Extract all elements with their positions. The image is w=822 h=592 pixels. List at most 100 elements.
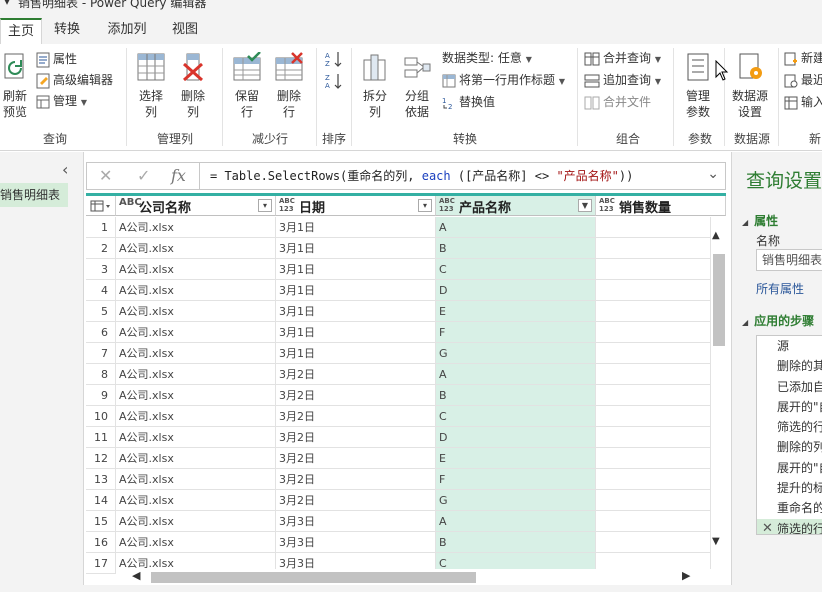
- cell-company[interactable]: A公司.xlsx: [116, 364, 276, 385]
- column-header-quantity[interactable]: ABC 123 销售数量: [596, 196, 726, 216]
- cell-product[interactable]: A: [436, 511, 596, 532]
- cell-company[interactable]: A公司.xlsx: [116, 427, 276, 448]
- cell-quantity[interactable]: [596, 217, 711, 238]
- applied-step-item[interactable]: 删除的其他列: [757, 356, 822, 376]
- cell-company[interactable]: A公司.xlsx: [116, 469, 276, 490]
- cell-date[interactable]: 3月1日: [276, 259, 436, 280]
- scroll-down-icon[interactable]: ▼: [712, 536, 720, 547]
- row-number[interactable]: 14: [86, 490, 116, 511]
- row-number[interactable]: 4: [86, 280, 116, 301]
- cell-company[interactable]: A公司.xlsx: [116, 406, 276, 427]
- cell-company[interactable]: A公司.xlsx: [116, 301, 276, 322]
- cell-product[interactable]: B: [436, 238, 596, 259]
- cell-date[interactable]: 3月1日: [276, 280, 436, 301]
- use-first-row-as-headers-button[interactable]: 将第一行用作标题 ▼: [442, 70, 565, 90]
- cell-quantity[interactable]: [596, 427, 711, 448]
- cell-quantity[interactable]: [596, 322, 711, 343]
- tab-home[interactable]: 主页: [0, 18, 42, 44]
- tab-add-column[interactable]: 添加列: [100, 18, 154, 44]
- row-number[interactable]: 11: [86, 427, 116, 448]
- new-source-button[interactable]: 新建: [784, 48, 822, 68]
- applied-step-item[interactable]: 删除的列: [757, 437, 822, 457]
- data-source-settings-button[interactable]: 数据源 设置: [728, 52, 772, 120]
- enter-data-button[interactable]: 输入: [784, 92, 822, 112]
- sort-ascending-button[interactable]: AZ: [324, 48, 347, 68]
- applied-step-item[interactable]: 源: [757, 336, 822, 356]
- any-type-icon[interactable]: ABC 123: [439, 197, 457, 213]
- table-menu-button[interactable]: [86, 196, 116, 216]
- filter-active-icon[interactable]: ▼: [578, 199, 592, 212]
- cell-product[interactable]: C: [436, 259, 596, 280]
- cell-date[interactable]: 3月2日: [276, 385, 436, 406]
- cell-company[interactable]: A公司.xlsx: [116, 238, 276, 259]
- cell-product[interactable]: G: [436, 490, 596, 511]
- row-number[interactable]: 16: [86, 532, 116, 553]
- cell-date[interactable]: 3月1日: [276, 343, 436, 364]
- table-row[interactable]: 13 A公司.xlsx 3月2日 F: [86, 469, 726, 490]
- query-name-input[interactable]: 销售明细表: [756, 249, 822, 271]
- row-number[interactable]: 1: [86, 217, 116, 238]
- cell-product[interactable]: D: [436, 280, 596, 301]
- cell-company[interactable]: A公司.xlsx: [116, 385, 276, 406]
- table-row[interactable]: 4 A公司.xlsx 3月1日 D: [86, 280, 726, 301]
- cell-quantity[interactable]: [596, 469, 711, 490]
- cell-date[interactable]: 3月1日: [276, 238, 436, 259]
- expand-formula-icon[interactable]: ⌄: [707, 166, 719, 182]
- cell-company[interactable]: A公司.xlsx: [116, 511, 276, 532]
- cell-quantity[interactable]: [596, 238, 711, 259]
- cell-product[interactable]: A: [436, 217, 596, 238]
- table-row[interactable]: 10 A公司.xlsx 3月2日 C: [86, 406, 726, 427]
- vertical-scroll-thumb[interactable]: [713, 254, 725, 346]
- recent-sources-button[interactable]: 最近: [784, 70, 822, 90]
- cell-quantity[interactable]: [596, 406, 711, 427]
- delete-step-icon[interactable]: ✕: [762, 519, 773, 534]
- table-row[interactable]: 7 A公司.xlsx 3月1日 G: [86, 343, 726, 364]
- window-menu-icon[interactable]: ▾: [4, 0, 10, 8]
- applied-step-item[interactable]: 展开的"自定义1": [757, 458, 822, 478]
- applied-steps-header[interactable]: ◢ 应用的步骤: [742, 312, 814, 329]
- merge-queries-button[interactable]: 合并查询 ▼: [584, 48, 661, 68]
- cell-company[interactable]: A公司.xlsx: [116, 280, 276, 301]
- row-number[interactable]: 13: [86, 469, 116, 490]
- cell-quantity[interactable]: [596, 490, 711, 511]
- cell-date[interactable]: 3月1日: [276, 322, 436, 343]
- sort-descending-button[interactable]: ZA: [324, 70, 347, 90]
- cell-product[interactable]: E: [436, 448, 596, 469]
- cell-date[interactable]: 3月3日: [276, 532, 436, 553]
- cell-product[interactable]: B: [436, 385, 596, 406]
- table-row[interactable]: 11 A公司.xlsx 3月2日 D: [86, 427, 726, 448]
- table-row[interactable]: 8 A公司.xlsx 3月2日 A: [86, 364, 726, 385]
- cell-date[interactable]: 3月2日: [276, 427, 436, 448]
- split-column-button[interactable]: 拆分 列: [356, 52, 394, 120]
- row-number[interactable]: 8: [86, 364, 116, 385]
- row-number[interactable]: 3: [86, 259, 116, 280]
- combine-files-button[interactable]: 合并文件: [584, 92, 651, 112]
- applied-step-item[interactable]: ✕筛选的行1: [757, 518, 822, 534]
- cell-date[interactable]: 3月2日: [276, 490, 436, 511]
- advanced-editor-button[interactable]: 高级编辑器: [36, 70, 113, 90]
- row-number[interactable]: 17: [86, 553, 116, 574]
- remove-rows-button[interactable]: 删除 行: [270, 52, 308, 120]
- cell-date[interactable]: 3月3日: [276, 511, 436, 532]
- manage-button[interactable]: 管理 ▼: [36, 91, 87, 111]
- tab-transform[interactable]: 转换: [46, 18, 88, 44]
- cell-product[interactable]: B: [436, 532, 596, 553]
- cell-quantity[interactable]: [596, 259, 711, 280]
- row-number[interactable]: 12: [86, 448, 116, 469]
- vertical-scrollbar[interactable]: ▲ ▼: [711, 216, 726, 571]
- cell-quantity[interactable]: [596, 301, 711, 322]
- applied-step-item[interactable]: 筛选的行: [757, 417, 822, 437]
- cell-date[interactable]: 3月1日: [276, 301, 436, 322]
- all-properties-link[interactable]: 所有属性: [756, 280, 804, 297]
- cell-product[interactable]: C: [436, 406, 596, 427]
- column-header-company[interactable]: ABC 公司名称 ▾: [116, 196, 276, 216]
- horizontal-scroll-thumb[interactable]: [151, 572, 476, 583]
- table-row[interactable]: 1 A公司.xlsx 3月1日 A: [86, 217, 726, 238]
- cell-company[interactable]: A公司.xlsx: [116, 217, 276, 238]
- row-number[interactable]: 7: [86, 343, 116, 364]
- cell-company[interactable]: A公司.xlsx: [116, 259, 276, 280]
- scroll-right-icon[interactable]: ▶: [682, 569, 690, 582]
- applied-step-item[interactable]: 展开的"自定义": [757, 397, 822, 417]
- column-header-product[interactable]: ABC 123 产品名称 ▼: [436, 196, 596, 216]
- keep-rows-button[interactable]: 保留 行: [228, 51, 266, 120]
